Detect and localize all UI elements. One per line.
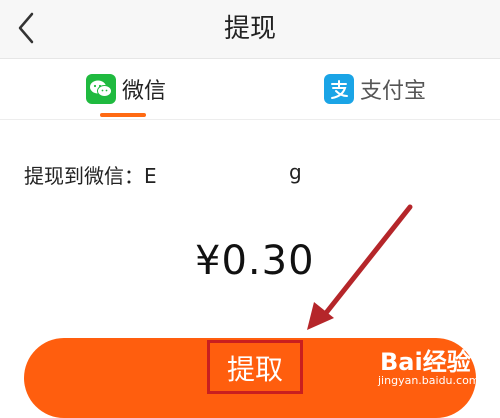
- watermark-brand: Bai经验: [380, 348, 471, 376]
- watermark-url: jingyan.baidu.com: [378, 374, 480, 387]
- withdraw-amount: ¥0.30: [195, 238, 315, 284]
- header-bar: 提现: [0, 0, 500, 59]
- payment-tabs: 微信 支付宝: [0, 59, 500, 120]
- withdraw-destination-label: 提现到微信：E: [24, 164, 157, 188]
- page-title: 提现: [223, 14, 276, 44]
- tab-wechat[interactable]: 微信: [86, 59, 166, 119]
- tab-alipay[interactable]: 支付宝: [324, 59, 426, 119]
- alipay-icon: [324, 74, 354, 104]
- tab-alipay-label: 支付宝: [360, 79, 427, 104]
- withdraw-button-label[interactable]: 提取: [207, 340, 303, 394]
- account-name-tail: g: [289, 160, 302, 184]
- active-tab-indicator: [100, 113, 146, 117]
- baidu-jingyan-watermark: Bai经验 jingyan.baidu.com: [372, 338, 492, 392]
- tab-wechat-label: 微信: [122, 79, 167, 104]
- wechat-icon: [86, 74, 116, 104]
